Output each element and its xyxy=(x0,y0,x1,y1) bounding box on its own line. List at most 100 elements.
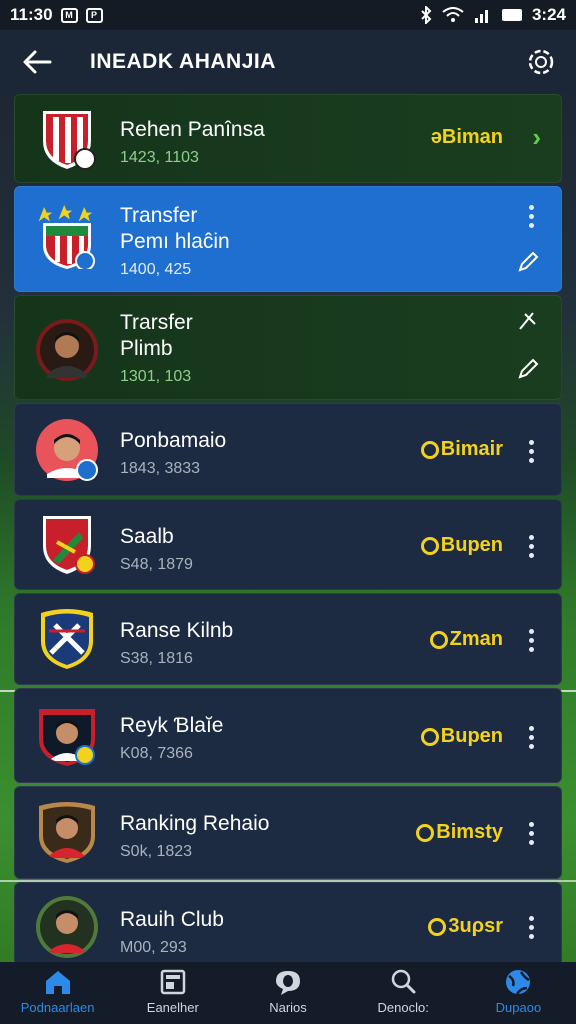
player-avatar xyxy=(35,418,99,482)
player-avatar xyxy=(35,800,99,864)
club-crest-icon xyxy=(35,512,99,576)
row-stats: S48, 1879 xyxy=(120,556,193,573)
row-name: Ponbamaio xyxy=(120,429,227,452)
list-item[interactable]: Ranse Kilnb S38, 1816 Zman xyxy=(14,593,562,685)
coin-badge-label: Bupen xyxy=(440,534,503,556)
settings-button[interactable] xyxy=(506,30,576,94)
coin-badge: ǝBiman xyxy=(430,126,503,148)
coin-badge-label: Bupen xyxy=(440,725,503,747)
m-icon: M xyxy=(60,7,78,23)
nav-label: Dupaoo xyxy=(495,1000,542,1015)
more-options-button[interactable] xyxy=(519,199,543,233)
coin-badge: Bupen xyxy=(420,534,503,557)
more-options-button[interactable] xyxy=(519,720,543,754)
row-name: Reyk Ɓlaĭe xyxy=(120,714,224,737)
page-title: INEADK AHANJIA xyxy=(90,50,276,73)
nav-item-home[interactable]: Podnaarlaen xyxy=(0,962,115,1024)
list-item[interactable]: Trarsfer Plimb 1301, 103 xyxy=(14,295,562,400)
tablet-icon xyxy=(160,969,186,995)
list-item[interactable]: Saalb S48, 1879 Bupen xyxy=(14,499,562,590)
nav-item-eanelher[interactable]: Eanelher xyxy=(115,962,230,1024)
coin-icon xyxy=(420,727,439,746)
coin-badge: 3uρsr xyxy=(428,915,503,938)
home-icon xyxy=(45,971,70,994)
player-avatar xyxy=(35,318,99,382)
tools-icon[interactable] xyxy=(517,310,539,332)
chevron-right-icon[interactable]: › xyxy=(532,122,541,153)
nav-item-dupaoo[interactable]: Dupaoo xyxy=(461,962,576,1024)
nav-label: Podnaarlaen xyxy=(20,1000,95,1015)
battery-icon xyxy=(501,9,522,21)
coin-icon xyxy=(420,440,439,459)
ranking-list: Rehen Panînsa 1423, 1103 ǝBiman › Transf… xyxy=(14,94,562,969)
coin-icon xyxy=(416,823,435,842)
coin-badge-label: 3uρsr xyxy=(448,915,503,937)
player-avatar xyxy=(35,703,99,767)
more-options-button[interactable] xyxy=(519,434,543,468)
coin-badge-label: Bimsty xyxy=(436,821,503,843)
pencil-icon[interactable] xyxy=(517,251,539,273)
coin-badge: Zman xyxy=(429,628,503,651)
gear-icon xyxy=(528,49,554,75)
pencil-icon[interactable] xyxy=(517,358,539,380)
nav-label: Eanelher xyxy=(146,1000,199,1015)
row-stats: 1301, 103 xyxy=(120,368,192,385)
status-bar: 11:30 M P 3:24 xyxy=(0,0,576,30)
nav-item-search[interactable]: Denoclo: xyxy=(346,962,461,1024)
list-item[interactable]: Reyk Ɓlaĭe K08, 7366 Bupen xyxy=(14,688,562,783)
more-options-button[interactable] xyxy=(519,623,543,657)
status-time: 11:30 xyxy=(10,5,53,24)
row-name: Ranse Kilnb xyxy=(120,619,234,642)
row-stats: S38, 1816 xyxy=(120,650,193,667)
status-time-right: 3:24 xyxy=(531,5,566,24)
list-item[interactable]: Ponbamaio 1843, 3833 Bimair xyxy=(14,403,562,496)
club-crest-icon xyxy=(35,107,99,171)
row-name: Rehen Panînsa xyxy=(120,118,265,141)
more-options-button[interactable] xyxy=(519,910,543,944)
p-icon: P xyxy=(85,7,103,23)
row-name: Trarsfer xyxy=(120,311,193,334)
coin-icon xyxy=(420,536,439,555)
club-crest-icon xyxy=(35,607,99,671)
coin-badge: Bimair xyxy=(420,438,503,461)
coin-icon xyxy=(429,630,448,649)
nav-label: Narios xyxy=(269,1000,307,1015)
row-stats: S0k, 1823 xyxy=(120,843,193,860)
row-name: Transfer xyxy=(120,204,198,227)
search-icon xyxy=(391,969,416,994)
back-button[interactable] xyxy=(0,30,74,94)
club-crest-icon xyxy=(35,205,99,271)
row-stats: M00, 293 xyxy=(120,939,187,956)
coin-badge-label: Zman xyxy=(449,628,503,650)
row-name: Rauih Club xyxy=(120,908,224,931)
row-name-line2: Pemı hlaĉin xyxy=(120,230,230,253)
row-stats: 1400, 425 xyxy=(120,261,192,278)
list-item[interactable]: Rehen Panînsa 1423, 1103 ǝBiman › xyxy=(14,94,562,183)
row-name: Ranking Rehaio xyxy=(120,812,270,835)
coin-icon xyxy=(428,917,447,936)
nav-item-narios[interactable]: Narios xyxy=(230,962,345,1024)
app-bar: INEADK AHANJIA xyxy=(0,30,576,94)
row-stats: 1843, 3833 xyxy=(120,460,201,477)
row-stats: 1423, 1103 xyxy=(120,149,199,166)
row-stats: K08, 7366 xyxy=(120,745,193,762)
list-item[interactable]: Rauih Club M00, 293 3uρsr xyxy=(14,882,562,966)
list-item[interactable]: Ranking Rehaio S0k, 1823 Bimsty xyxy=(14,786,562,879)
coin-badge-label: Bimair xyxy=(440,438,503,460)
more-options-button[interactable] xyxy=(519,529,543,563)
signal-icon xyxy=(474,10,488,23)
globe-icon xyxy=(506,970,531,995)
player-avatar xyxy=(35,895,99,959)
coin-badge: Bimsty xyxy=(416,821,503,844)
row-name-line2: Plimb xyxy=(120,337,173,360)
bluetooth-icon xyxy=(421,6,432,24)
wifi-icon xyxy=(442,7,464,22)
nav-label: Denoclo: xyxy=(377,1000,429,1015)
arrow-left-icon xyxy=(23,50,52,74)
chat-icon xyxy=(276,971,300,995)
row-name: Saalb xyxy=(120,525,174,548)
bottom-navigation: Podnaarlaen Eanelher Narios Denoclo: Dup… xyxy=(0,962,576,1024)
coin-badge: Bupen xyxy=(420,725,503,748)
more-options-button[interactable] xyxy=(519,816,543,850)
list-item[interactable]: Transfer Pemı hlaĉin 1400, 425 xyxy=(14,186,562,292)
